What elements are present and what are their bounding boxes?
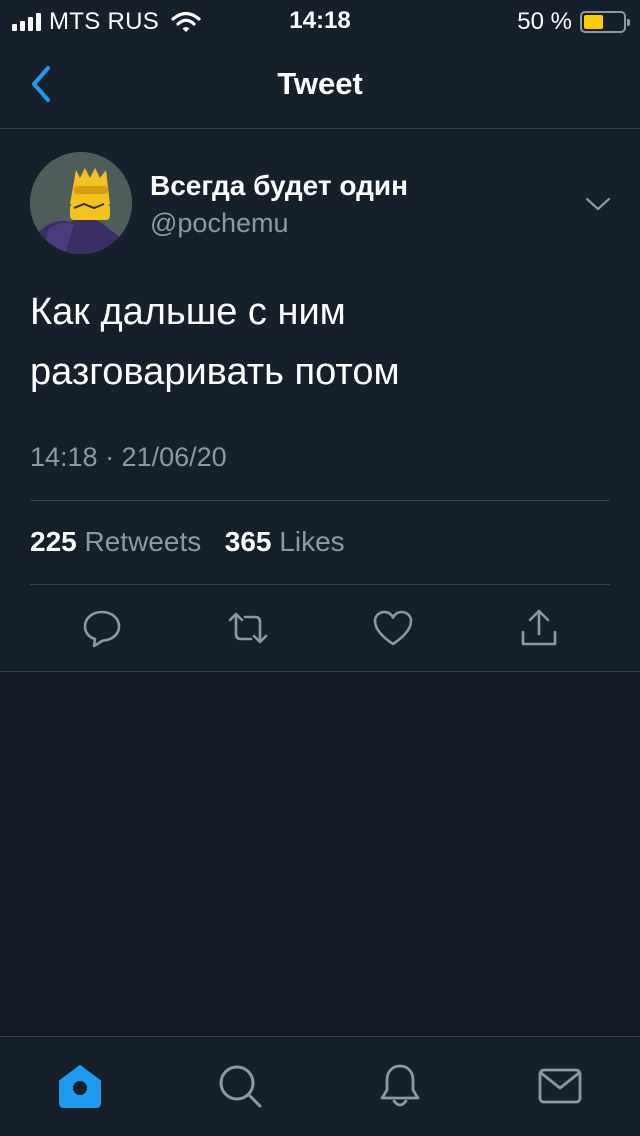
- nav-bar: Tweet: [0, 42, 640, 129]
- tweet-detail: Всегда будет один @pochemu Как дальше с …: [0, 130, 640, 672]
- battery-cap: [627, 19, 630, 26]
- empty-replies-area: [0, 673, 640, 1036]
- page-title: Tweet: [277, 66, 363, 101]
- retweets-count[interactable]: 225: [30, 526, 77, 557]
- likes-label[interactable]: Likes: [279, 526, 344, 557]
- reply-icon: [83, 610, 121, 648]
- reply-button[interactable]: [82, 608, 122, 648]
- battery-icon: [580, 11, 630, 33]
- like-button[interactable]: [373, 608, 413, 648]
- retweet-icon: [228, 612, 268, 644]
- bell-icon: [380, 1064, 420, 1107]
- divider: [30, 584, 610, 585]
- battery-fill: [584, 15, 603, 29]
- tab-notifications[interactable]: [377, 1063, 423, 1109]
- display-name[interactable]: Всегда будет один: [150, 170, 408, 202]
- heart-icon: [373, 610, 413, 646]
- search-icon: [219, 1065, 262, 1108]
- tweet-stats: 225 Retweets 365 Likes: [30, 526, 345, 558]
- divider: [30, 500, 610, 501]
- tab-messages[interactable]: [537, 1063, 583, 1109]
- chevron-down-icon: [585, 197, 611, 211]
- more-options-button[interactable]: [584, 190, 612, 218]
- tab-search[interactable]: [217, 1063, 263, 1109]
- likes-count[interactable]: 365: [225, 526, 272, 557]
- share-icon: [521, 609, 557, 646]
- battery-percent: 50 %: [517, 8, 572, 35]
- retweets-label[interactable]: Retweets: [85, 526, 202, 557]
- status-right: 50 %: [517, 8, 630, 36]
- tweet-timestamp: 14:18 · 21/06/20: [30, 442, 227, 472]
- retweet-button[interactable]: [228, 608, 268, 648]
- share-button[interactable]: [519, 608, 559, 648]
- home-icon: [59, 1065, 101, 1108]
- status-bar: MTS RUS 14:18 50 %: [0, 0, 640, 42]
- avatar-image: [30, 152, 132, 254]
- tab-bar: [0, 1036, 640, 1136]
- tab-home[interactable]: [57, 1063, 103, 1109]
- app-screen: MTS RUS 14:18 50 % Tweet Всегда будет од…: [0, 0, 640, 1136]
- username[interactable]: @pochemu: [150, 208, 288, 239]
- avatar[interactable]: [30, 152, 132, 254]
- mail-icon: [538, 1068, 582, 1104]
- tweet-text: Как дальше с ним разговаривать потом: [30, 291, 400, 393]
